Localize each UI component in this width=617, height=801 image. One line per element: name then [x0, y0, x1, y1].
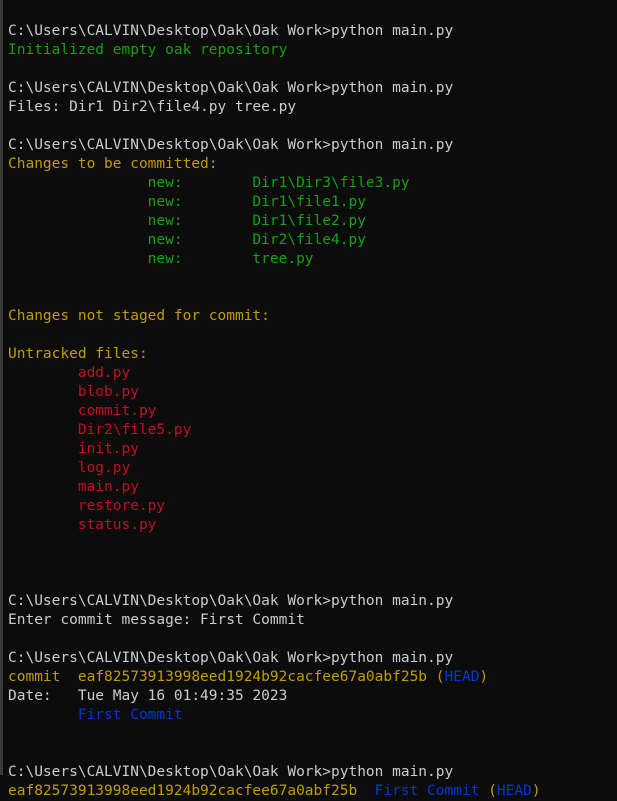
terminal-line-blank-6 — [8, 535, 617, 554]
terminal-line-log-message-line: First Commit — [8, 706, 617, 725]
terminal-line-blank-5 — [8, 326, 617, 345]
terminal-line-staged-file-5: new: tree.py — [8, 250, 617, 269]
terminal-text-files-output-0: Files: Dir1 Dir2\file4.py tree.py — [8, 99, 297, 115]
terminal-text-prompt-6-0: C:\Users\CALVIN\Desktop\Oak\Oak Work>pyt… — [8, 764, 454, 780]
terminal-text-unstaged-header-0: Changes not staged for commit: — [8, 308, 270, 324]
terminal-line-untracked-header: Untracked files: — [8, 345, 617, 364]
terminal-line-blank-3 — [8, 269, 617, 288]
terminal-text-staged-file-3-0: new: Dir1\file2.py — [8, 213, 366, 229]
terminal-line-staged-file-1: new: Dir1\Dir3\file3.py — [8, 174, 617, 193]
terminal-line-log-date-line: Date: Tue May 16 01:49:35 2023 — [8, 687, 617, 706]
terminal-text-init-output-0: Initialized empty oak repository — [8, 42, 288, 58]
terminal-line-prompt-4: C:\Users\CALVIN\Desktop\Oak\Oak Work>pyt… — [8, 592, 617, 611]
terminal-line-prompt-3: C:\Users\CALVIN\Desktop\Oak\Oak Work>pyt… — [8, 136, 617, 155]
terminal-text-commit-message-input-0: Enter commit message: First Commit — [8, 612, 305, 628]
terminal-line-untracked-7: main.py — [8, 478, 617, 497]
terminal-text-log-oneline-2: ( — [479, 783, 497, 799]
terminal-line-commit-message-input: Enter commit message: First Commit — [8, 611, 617, 630]
terminal-line-blank-10 — [8, 725, 617, 744]
terminal-text-prompt-5-0: C:\Users\CALVIN\Desktop\Oak\Oak Work>pyt… — [8, 650, 454, 666]
terminal-text-log-oneline-3: HEAD — [496, 783, 532, 799]
terminal-text-prompt-2-0: C:\Users\CALVIN\Desktop\Oak\Oak Work>pyt… — [8, 80, 454, 96]
terminal-line-prompt-2: C:\Users\CALVIN\Desktop\Oak\Oak Work>pyt… — [8, 79, 617, 98]
terminal-text-prompt-1-0: C:\Users\CALVIN\Desktop\Oak\Oak Work>pyt… — [8, 23, 454, 39]
terminal-line-untracked-1: add.py — [8, 364, 617, 383]
terminal-text-log-oneline-1: First Commit — [374, 783, 480, 799]
terminal-text-staged-file-1-0: new: Dir1\Dir3\file3.py — [8, 175, 410, 191]
terminal-text-untracked-8-0: restore.py — [8, 498, 166, 514]
terminal-line-untracked-4: Dir2\file5.py — [8, 421, 617, 440]
terminal-line-log-commit-line: commit eaf82573913998eed1924b92cacfee67a… — [8, 668, 617, 687]
terminal-text-untracked-9-0: status.py — [8, 517, 157, 533]
terminal-line-untracked-9: status.py — [8, 516, 617, 535]
terminal-text-untracked-1-0: add.py — [8, 365, 131, 381]
terminal-line-untracked-8: restore.py — [8, 497, 617, 516]
terminal-text-staged-header-0: Changes to be committed: — [8, 156, 218, 172]
terminal-line-staged-file-4: new: Dir2\file4.py — [8, 231, 617, 250]
terminal-text-log-commit-line-0: commit eaf82573913998eed1924b92cacfee67a… — [8, 669, 445, 685]
terminal-text-untracked-7-0: main.py — [8, 479, 139, 495]
terminal-line-blank-4 — [8, 288, 617, 307]
terminal-text-log-message-line-0: First Commit — [8, 707, 183, 723]
terminal-line-staged-file-3: new: Dir1\file2.py — [8, 212, 617, 231]
terminal-line-prompt-6: C:\Users\CALVIN\Desktop\Oak\Oak Work>pyt… — [8, 763, 617, 782]
terminal-line-untracked-5: init.py — [8, 440, 617, 459]
terminal-line-blank-11 — [8, 744, 617, 763]
terminal-line-staged-header: Changes to be committed: — [8, 155, 617, 174]
terminal-screen-buffer[interactable]: C:\Users\CALVIN\Desktop\Oak\Oak Work>pyt… — [8, 22, 617, 801]
terminal-line-untracked-2: blob.py — [8, 383, 617, 402]
terminal-line-unstaged-header: Changes not staged for commit: — [8, 307, 617, 326]
terminal-text-untracked-2-0: blob.py — [8, 384, 139, 400]
terminal-line-blank-7 — [8, 554, 617, 573]
terminal-text-prompt-3-0: C:\Users\CALVIN\Desktop\Oak\Oak Work>pyt… — [8, 137, 454, 153]
terminal-line-untracked-6: log.py — [8, 459, 617, 478]
terminal-text-staged-file-2-0: new: Dir1\file1.py — [8, 194, 366, 210]
terminal-text-untracked-6-0: log.py — [8, 460, 131, 476]
terminal-line-init-output: Initialized empty oak repository — [8, 41, 617, 60]
terminal-line-prompt-1: C:\Users\CALVIN\Desktop\Oak\Oak Work>pyt… — [8, 22, 617, 41]
terminal-window[interactable]: C:\Users\CALVIN\Desktop\Oak\Oak Work>pyt… — [0, 0, 617, 799]
terminal-line-staged-file-2: new: Dir1\file1.py — [8, 193, 617, 212]
terminal-line-blank-1 — [8, 60, 617, 79]
terminal-text-untracked-header-0: Untracked files: — [8, 346, 148, 362]
terminal-line-prompt-5: C:\Users\CALVIN\Desktop\Oak\Oak Work>pyt… — [8, 649, 617, 668]
terminal-text-prompt-4-0: C:\Users\CALVIN\Desktop\Oak\Oak Work>pyt… — [8, 593, 454, 609]
terminal-line-blank-8 — [8, 573, 617, 592]
terminal-line-blank-2 — [8, 117, 617, 136]
terminal-text-log-date-line-0: Date: Tue May 16 01:49:35 2023 — [8, 688, 288, 704]
terminal-line-log-oneline: eaf82573913998eed1924b92cacfee67a0abf25b… — [8, 782, 617, 801]
terminal-line-files-output: Files: Dir1 Dir2\file4.py tree.py — [8, 98, 617, 117]
terminal-line-blank-9 — [8, 630, 617, 649]
terminal-text-untracked-4-0: Dir2\file5.py — [8, 422, 192, 438]
terminal-text-untracked-3-0: commit.py — [8, 403, 157, 419]
window-left-edge — [0, 0, 3, 775]
terminal-text-log-oneline-0: eaf82573913998eed1924b92cacfee67a0abf25b — [8, 783, 375, 799]
terminal-text-log-commit-line-1: HEAD — [444, 669, 480, 685]
terminal-text-untracked-5-0: init.py — [8, 441, 139, 457]
terminal-text-staged-file-4-0: new: Dir2\file4.py — [8, 232, 366, 248]
terminal-text-staged-file-5-0: new: tree.py — [8, 251, 314, 267]
terminal-text-log-commit-line-2: ) — [479, 669, 489, 685]
terminal-text-log-oneline-4: ) — [531, 783, 541, 799]
terminal-line-untracked-3: commit.py — [8, 402, 617, 421]
